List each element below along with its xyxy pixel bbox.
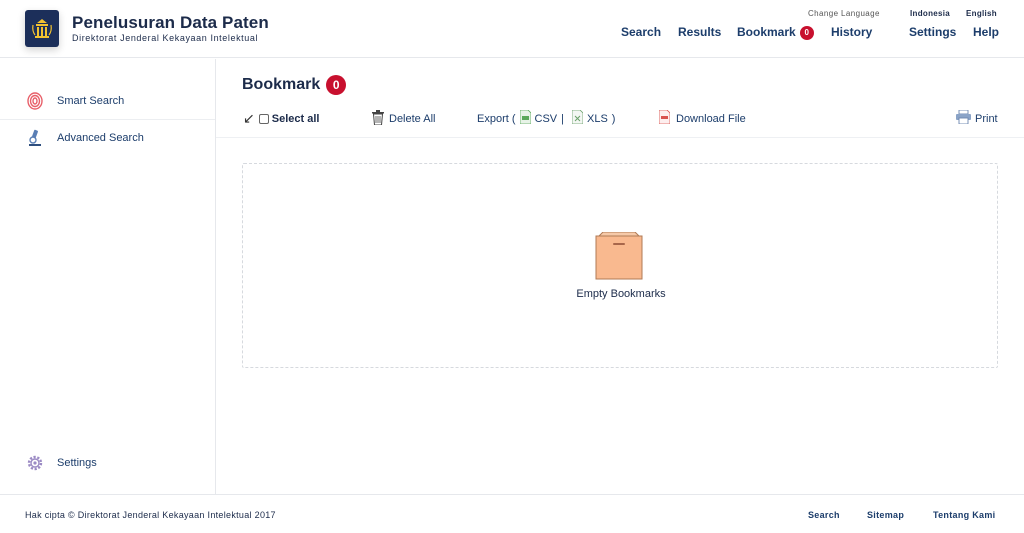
select-all-label: Select all bbox=[271, 112, 320, 125]
footer: Hak cipta © Direktorat Jenderal Kekayaan… bbox=[0, 494, 1024, 533]
language-indonesia[interactable]: Indonesia bbox=[910, 9, 950, 18]
nav-settings[interactable]: Settings bbox=[909, 25, 956, 39]
emblem-icon bbox=[32, 18, 52, 38]
footer-link-sitemap[interactable]: Sitemap bbox=[867, 510, 904, 520]
select-all-checkbox[interactable] bbox=[258, 113, 269, 124]
page-title: Bookmark 0 bbox=[242, 75, 347, 95]
sidebar: Smart Search Advanced Search Settings bbox=[0, 59, 216, 494]
nav-bookmark[interactable]: Bookmark 0 bbox=[737, 25, 814, 40]
print-button[interactable]: Print bbox=[956, 109, 998, 127]
app-title: Penelusuran Data Paten bbox=[72, 13, 269, 32]
sidebar-item-settings[interactable]: Settings bbox=[0, 445, 215, 481]
bookmark-count-badge: 0 bbox=[799, 25, 814, 40]
delete-all-button[interactable]: Delete All bbox=[372, 110, 435, 128]
xls-file-icon bbox=[571, 109, 584, 127]
sidebar-item-label: Settings bbox=[57, 457, 97, 469]
bookmark-count-title-badge: 0 bbox=[326, 75, 347, 95]
sidebar-item-label: Smart Search bbox=[57, 95, 125, 107]
export-separator: | bbox=[561, 112, 564, 125]
pdf-file-icon bbox=[658, 109, 671, 127]
nav-history[interactable]: History bbox=[831, 25, 872, 39]
sidebar-item-smart-search[interactable]: Smart Search bbox=[0, 83, 215, 119]
page-title-text: Bookmark bbox=[242, 76, 321, 93]
nav-search[interactable]: Search bbox=[621, 25, 661, 39]
gear-icon bbox=[26, 454, 44, 472]
nav-results[interactable]: Results bbox=[678, 25, 721, 39]
print-label: Print bbox=[975, 112, 998, 125]
empty-box-icon bbox=[595, 231, 643, 285]
nav-help[interactable]: Help bbox=[973, 25, 999, 39]
sidebar-item-advanced-search[interactable]: Advanced Search bbox=[0, 120, 215, 156]
export-csv-link[interactable]: CSV bbox=[535, 113, 558, 125]
fingerprint-icon bbox=[26, 92, 44, 110]
return-arrow-icon: ↙ bbox=[243, 110, 255, 126]
export-group: Export ( CSV | XLS ) bbox=[477, 109, 616, 127]
export-xls-link[interactable]: XLS bbox=[587, 113, 608, 125]
microscope-icon bbox=[26, 129, 44, 147]
nav-bookmark-label: Bookmark bbox=[737, 25, 796, 39]
export-label: Export ( bbox=[477, 112, 516, 125]
bookmark-list-empty-state: Empty Bookmarks bbox=[242, 163, 998, 368]
delete-all-label: Delete All bbox=[389, 113, 436, 125]
footer-link-about[interactable]: Tentang Kami bbox=[933, 510, 995, 520]
trash-icon bbox=[372, 110, 384, 128]
csv-file-icon bbox=[519, 109, 531, 127]
download-file-button[interactable]: Download File bbox=[658, 109, 746, 127]
printer-icon bbox=[956, 109, 971, 127]
export-close: ) bbox=[611, 112, 616, 125]
download-file-label: Download File bbox=[676, 112, 746, 125]
select-all-control[interactable]: ↙ Select all bbox=[243, 110, 319, 127]
copyright-text: Hak cipta © Direktorat Jenderal Kekayaan… bbox=[25, 510, 276, 520]
bookmark-toolbar: ↙ Select all Delete All Export ( CSV | X… bbox=[216, 100, 1024, 138]
change-language-label: Change Language bbox=[808, 9, 880, 18]
footer-link-search[interactable]: Search bbox=[808, 510, 840, 520]
top-header: Penelusuran Data Paten Direktorat Jender… bbox=[0, 0, 1024, 58]
empty-state-message: Empty Bookmarks bbox=[576, 288, 666, 300]
sidebar-item-label: Advanced Search bbox=[57, 132, 144, 144]
language-english[interactable]: English bbox=[966, 9, 997, 18]
app-subtitle: Direktorat Jenderal Kekayaan Intelektual bbox=[72, 33, 259, 43]
logo[interactable] bbox=[25, 10, 59, 47]
